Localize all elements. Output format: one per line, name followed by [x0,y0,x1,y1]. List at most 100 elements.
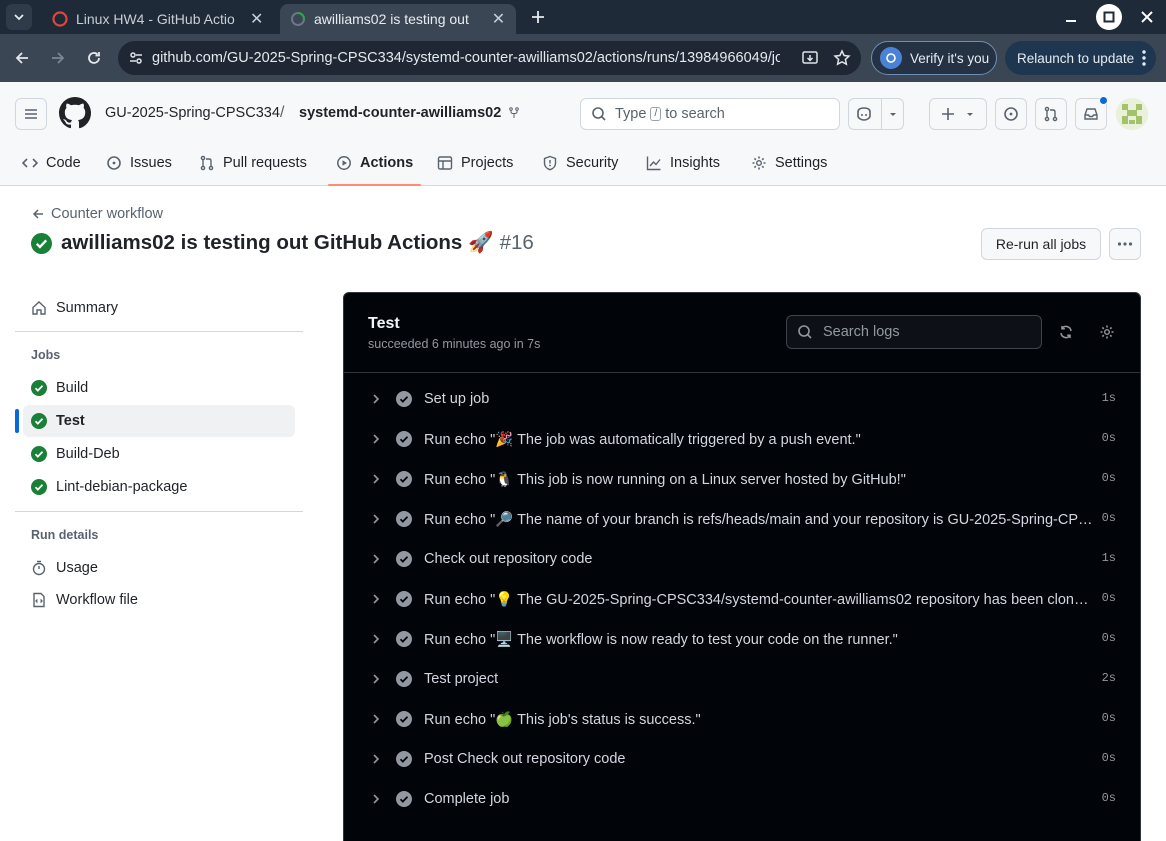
install-app-icon[interactable] [801,49,819,67]
tab-search-button[interactable] [6,4,32,30]
notification-indicator [1099,96,1108,105]
forward-button[interactable] [40,40,76,76]
maximize-button[interactable] [1096,4,1122,30]
step-label: Complete job [424,791,510,807]
log-step[interactable]: Run echo "🎉 The job was automatically tr… [344,419,1140,459]
log-step[interactable]: Post Check out repository code 0s [344,739,1140,779]
sidebar-item-usage[interactable]: Usage [23,552,295,584]
tab-security[interactable]: Security [542,140,618,186]
log-step[interactable]: Run echo "🔎 The name of your branch is r… [344,499,1140,539]
browser-tab-strip: Linux HW4 - GitHub Actio ✕ awilliams02 i… [0,0,1166,34]
sidebar-item-job-lint[interactable]: Lint-debian-package [23,471,295,503]
stopwatch-icon [32,560,46,576]
close-icon[interactable]: ✕ [491,9,506,29]
bookmark-star-icon[interactable] [833,49,851,67]
step-label: Run echo "🔎 The name of your branch is r… [424,512,1094,528]
step-duration: 1s [1101,391,1116,405]
log-step[interactable]: Check out repository code 1s [344,539,1140,579]
restore-icon [1103,11,1115,23]
search-logs-input[interactable]: Search logs [786,315,1042,349]
tab-insights[interactable]: Insights [646,140,720,186]
browser-tab-linux-hw4[interactable]: Linux HW4 - GitHub Actio ✕ [42,4,274,34]
log-step[interactable]: Run echo "🐧 This job is now running on a… [344,459,1140,499]
check-circle-icon [396,671,412,687]
job-name: Test [368,315,400,332]
global-menu-button[interactable] [15,98,47,130]
sidebar-item-job-build[interactable]: Build [23,372,295,404]
sidebar-item-workflow-file[interactable]: Workflow file [23,584,295,616]
issue-icon [107,156,121,170]
check-circle-icon [396,551,412,567]
sidebar-item-job-test[interactable]: Test [23,405,295,437]
chevron-right-icon [373,754,380,764]
back-to-workflow-link[interactable]: Counter workflow [31,206,163,222]
close-window-button[interactable] [1128,0,1166,34]
graph-icon [646,156,661,171]
run-title-text: awilliams02 is testing out GitHub Action… [61,231,494,254]
step-label: Post Check out repository code [424,751,626,767]
issues-shortcut-button[interactable] [995,98,1027,130]
home-icon [32,301,46,315]
search-icon [592,107,606,121]
log-step[interactable]: Run echo "💡 The GU-2025-Spring-CPSC334/s… [344,579,1140,619]
sidebar-item-summary[interactable]: Summary [23,292,295,324]
minimize-icon [1066,20,1076,22]
refresh-logs-button[interactable] [1055,321,1077,343]
rerun-all-jobs-button[interactable]: Re-run all jobs [981,228,1101,260]
create-new-button[interactable] [929,98,987,130]
close-icon [1141,11,1153,23]
close-icon[interactable]: ✕ [249,9,264,29]
back-button[interactable] [4,40,40,76]
chevron-right-icon [373,554,380,564]
reload-button[interactable] [76,40,112,76]
check-circle-icon [396,751,412,767]
avatar[interactable] [1116,98,1148,130]
address-bar[interactable]: github.com/GU-2025-Spring-CPSC334/system… [118,41,861,75]
site-info-icon[interactable] [128,50,144,66]
log-step[interactable]: Set up job 1s [344,379,1140,419]
new-tab-button[interactable] [524,3,552,31]
triangle-down-icon [967,113,973,116]
tab-settings[interactable]: Settings [751,140,827,186]
global-search-input[interactable]: Type / to search [580,98,840,130]
more-options-button[interactable] [1109,228,1141,260]
tab-code[interactable]: Code [22,140,81,186]
tab-label: Projects [461,155,514,171]
address-bar-actions [801,41,851,75]
relaunch-update-button[interactable]: Relaunch to update [1005,41,1156,75]
github-logo-icon[interactable] [59,97,91,129]
kebab-horizontal-icon [1117,242,1133,246]
url-text[interactable]: github.com/GU-2025-Spring-CPSC334/system… [152,50,780,66]
org-link[interactable]: GU-2025-Spring-CPSC334 [105,105,280,121]
log-step[interactable]: Run echo "🍏 This job's status is success… [344,699,1140,739]
step-duration: 0s [1101,511,1116,525]
log-step[interactable]: Test project 2s [344,659,1140,699]
log-step[interactable]: Complete job 0s [344,779,1140,819]
relaunch-label: Relaunch to update [1017,50,1135,66]
reload-icon [88,52,100,64]
tab-pull-requests[interactable]: Pull requests [199,140,307,186]
repo-fork-switch-icon[interactable] [508,107,520,119]
tab-issues[interactable]: Issues [106,140,172,186]
kebab-menu-icon[interactable] [1142,49,1146,67]
sidebar-item-label: Test [56,413,85,429]
repo-link[interactable]: systemd-counter-awilliams02 [299,105,501,121]
sidebar-item-job-build-deb[interactable]: Build-Deb [23,438,295,470]
verify-label: Verify it's you [910,50,990,66]
minimize-button[interactable] [1052,0,1090,34]
code-icon [22,158,38,168]
tab-projects[interactable]: Projects [437,140,513,186]
tab-label: Code [46,155,81,171]
log-step[interactable]: Run echo "🖥️ The workflow is now ready t… [344,619,1140,659]
tab-actions[interactable]: Actions [327,140,422,186]
log-settings-button[interactable] [1096,321,1118,343]
play-icon [337,156,351,170]
pull-requests-shortcut-button[interactable] [1035,98,1067,130]
browser-tab-active[interactable]: awilliams02 is testing out ✕ [280,4,516,34]
page-title: awilliams02 is testing out GitHub Action… [31,231,534,255]
step-duration: 0s [1101,471,1116,485]
copilot-button[interactable] [848,98,904,130]
jobs-heading: Jobs [31,348,61,362]
tab-label: Insights [670,155,720,171]
verify-identity-button[interactable]: Verify it's you [871,41,997,75]
